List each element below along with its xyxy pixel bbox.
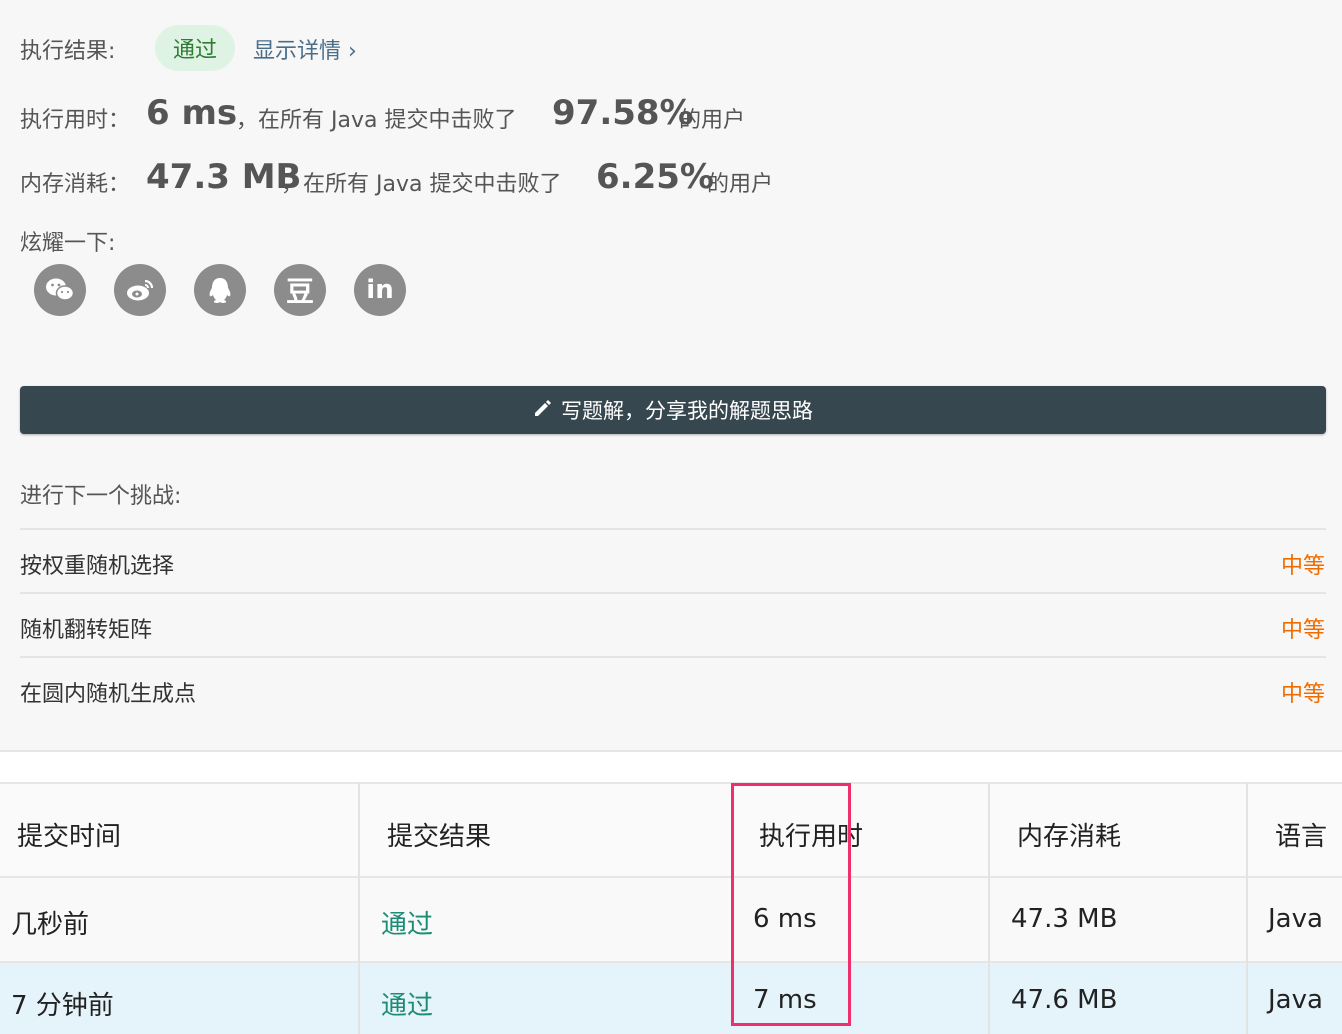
runtime-percent: 97.58% [552,93,694,133]
pencil-icon [533,398,553,423]
difficulty-badge: 中等 [1280,618,1325,643]
column-header-language[interactable]: 语言 [1275,816,1327,853]
runtime-suffix: 的用户 [679,108,746,133]
result-label: 执行结果: [20,39,116,64]
divider [20,656,1326,658]
column-divider [358,782,360,1034]
qq-icon[interactable] [194,264,246,316]
problem-title[interactable]: 按权重随机选择 [20,548,174,580]
highlight-annotation-box [731,783,851,1026]
memory-label: 内存消耗： [20,172,131,197]
difficulty-badge: 中等 [1280,554,1325,579]
runtime-value: 6 ms [146,93,238,133]
next-challenge-label: 进行下一个挑战: [20,484,182,509]
column-divider [988,782,990,1034]
problem-title[interactable]: 在圆内随机生成点 [20,676,196,708]
memory-beat-text: ，在所有 Java 提交中击败了 [281,172,562,197]
submission-result-link[interactable]: 通过 [381,985,433,1022]
submission-result-link[interactable]: 通过 [381,904,433,941]
status-badge: 通过 [155,25,235,71]
memory-suffix: 的用户 [707,172,774,197]
table-header-row: 提交时间 提交结果 执行用时 内存消耗 语言 [0,782,1342,878]
show-details-link[interactable]: 显示详情 › [253,33,357,65]
write-solution-button[interactable]: 写题解，分享我的解题思路 [20,386,1326,434]
column-header-time[interactable]: 提交时间 [17,816,121,853]
submission-memory: 47.6 MB [1011,985,1118,1015]
wechat-icon[interactable] [34,264,86,316]
section-separator [0,750,1342,782]
column-header-memory[interactable]: 内存消耗 [1017,816,1121,853]
divider [20,592,1326,594]
divider [20,528,1326,530]
submission-time: 7 分钟前 [11,991,114,1021]
runtime-beat-text: ，在所有 Java 提交中击败了 [236,108,517,133]
submission-time: 几秒前 [11,910,90,940]
runtime-label: 执行用时： [20,108,131,133]
submission-language: Java [1268,904,1323,934]
share-label: 炫耀一下: [20,231,116,256]
column-header-result[interactable]: 提交结果 [387,816,491,853]
weibo-icon[interactable] [114,264,166,316]
memory-value: 47.3 MB [146,157,302,197]
column-divider [1246,782,1248,1034]
write-solution-label: 写题解，分享我的解题思路 [561,399,813,423]
difficulty-badge: 中等 [1280,682,1325,707]
problem-title[interactable]: 随机翻转矩阵 [20,612,152,644]
douban-icon[interactable]: 豆 [274,264,326,316]
submissions-table: 提交时间 提交结果 执行用时 内存消耗 语言 几秒前 通过 6 ms 47.3 … [0,782,1342,1034]
submission-language: Java [1268,985,1323,1015]
table-row[interactable]: 7 分钟前 通过 7 ms 47.6 MB Java [0,963,1342,1034]
submission-memory: 47.3 MB [1011,904,1118,934]
linkedin-icon[interactable]: in [354,264,406,316]
table-row[interactable]: 几秒前 通过 6 ms 47.3 MB Java [0,878,1342,963]
memory-percent: 6.25% [596,157,714,197]
